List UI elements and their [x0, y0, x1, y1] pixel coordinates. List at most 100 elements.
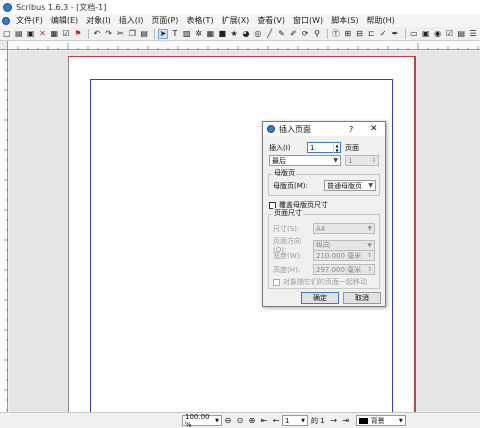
menu-page[interactable]: 页面(P)	[151, 15, 178, 26]
height-value: 297.000 毫米	[316, 265, 362, 274]
menu-object[interactable]: 对象(I)	[86, 15, 111, 26]
spin-arrows-icon: ⇕	[366, 266, 372, 273]
save-icon[interactable]: ▣	[26, 29, 36, 39]
text-frame-icon[interactable]: T	[170, 29, 180, 39]
pages-label: 页面	[345, 143, 359, 152]
select-icon[interactable]: ➤	[158, 28, 168, 39]
position-combo[interactable]: 最后 ▼	[269, 155, 341, 166]
pdf-checkbox-icon[interactable]: ☑	[445, 29, 455, 39]
previous-page-icon[interactable]: ←	[271, 416, 281, 426]
pdf-listbox-icon[interactable]: ☰	[468, 29, 478, 39]
insert-row: 插入(I) 1 ▲ ▼ 页面	[269, 142, 359, 153]
edit-mode-icon[interactable]: ▣	[421, 29, 431, 39]
window-title: Scribus 1.6.3 - [文档-1]	[16, 2, 107, 12]
zoom-out-icon[interactable]: ⊖	[223, 416, 233, 426]
zoom-100-icon[interactable]: ⊙	[235, 416, 245, 426]
spin-arrows-icon: ⇕	[366, 252, 372, 259]
width-value: 210.000 毫米	[316, 251, 362, 260]
chevron-down-icon: ▼	[215, 417, 219, 424]
menu-file[interactable]: 文件(F)	[16, 15, 43, 26]
menu-script[interactable]: 脚本(S)	[331, 15, 358, 26]
toolbar-separator	[154, 28, 156, 39]
open-icon[interactable]: ▤	[14, 29, 24, 39]
freehand-icon[interactable]: ✐	[288, 29, 298, 39]
ruler-corner[interactable]	[0, 41, 8, 50]
spin-arrows-icon: ⇕	[370, 157, 376, 164]
master-page-value: 普通母版页	[327, 181, 362, 190]
shape-icon[interactable]: ■	[217, 29, 227, 39]
spin-arrows-icon[interactable]: ▲ ▼	[333, 142, 340, 153]
cut-icon[interactable]: ✂	[116, 29, 126, 39]
layer-combo[interactable]: 背景 ▼	[355, 415, 406, 426]
arc-icon[interactable]: ◕	[241, 29, 251, 39]
orientation-value: 纵向	[316, 241, 330, 249]
line-icon[interactable]: ╱	[265, 29, 275, 39]
zoom-combo[interactable]: 100.00 % ▼	[182, 413, 222, 428]
document-canvas[interactable]	[9, 51, 480, 412]
pdf-icon[interactable]: ⚑	[73, 29, 83, 39]
image-frame-icon[interactable]: ▧	[182, 29, 192, 39]
help-button[interactable]: ?	[349, 125, 353, 134]
preflight-icon[interactable]: ☑	[61, 29, 71, 39]
menu-view[interactable]: 查看(V)	[257, 15, 285, 26]
chevron-down-icon: ▼	[333, 157, 338, 164]
eyedropper-icon[interactable]: ✒	[390, 29, 400, 39]
menu-extras[interactable]: 扩展(X)	[222, 15, 250, 26]
master-page-label: 母版页(M):	[273, 181, 308, 190]
new-document-icon[interactable]: ▢	[2, 29, 12, 39]
menu-edit[interactable]: 编辑(E)	[51, 15, 78, 26]
copy-icon[interactable]: ❐	[127, 29, 137, 39]
redo-icon[interactable]: ↷	[104, 29, 114, 39]
scribus-dialog-icon	[267, 125, 275, 133]
unlink-frames-icon[interactable]: ⊟	[355, 29, 365, 39]
last-page-icon[interactable]: ⇥	[341, 416, 351, 426]
preview-icon[interactable]: ▭	[409, 29, 419, 39]
move-objects-label: 对象随它们的页面一起移动	[283, 278, 367, 286]
horizontal-ruler[interactable]	[8, 41, 480, 50]
vertical-ruler[interactable]	[0, 50, 8, 412]
menu-insert[interactable]: 插入(I)	[119, 15, 144, 26]
link-frames-icon[interactable]: ⊞	[343, 29, 353, 39]
spiral-icon[interactable]: ◎	[253, 29, 263, 39]
pdf-pushbutton-icon[interactable]: ◉	[433, 29, 443, 39]
print-icon[interactable]: ▦	[49, 29, 59, 39]
copy-properties-icon[interactable]: ✓	[378, 29, 388, 39]
zoom-icon[interactable]: ⚲	[312, 29, 322, 39]
rotate-icon[interactable]: ⟳	[300, 29, 310, 39]
chevron-down-icon: ▼	[367, 225, 372, 232]
paste-icon[interactable]: ▤	[139, 29, 149, 39]
cancel-button[interactable]: 取消	[343, 292, 381, 304]
undo-icon[interactable]: ↶	[92, 29, 102, 39]
measure-icon[interactable]: ⊏	[366, 29, 376, 39]
edit-text-icon[interactable]: Ⓣ	[331, 29, 341, 39]
first-page-icon[interactable]: ⇤	[259, 416, 269, 426]
dialog-title: 插入页面	[279, 124, 311, 134]
position-page-spinbox: 1 ⇕	[345, 155, 379, 166]
insert-page-dialog: 插入页面 ? ✕ 插入(I) 1 ▲ ▼ 页面 最后 ▼ 1 ⇕ 母版页 母版页(…	[262, 121, 386, 307]
width-label: 宽度(W):	[273, 251, 302, 260]
bezier-icon[interactable]: ✎	[277, 29, 287, 39]
size-row: 尺寸(S): A4 ▼	[273, 223, 375, 234]
menu-table[interactable]: 表格(T)	[186, 15, 213, 26]
ok-button[interactable]: 确定	[301, 292, 339, 304]
polygon-icon[interactable]: ★	[229, 29, 239, 39]
render-frame-icon[interactable]: ✲	[194, 29, 204, 39]
move-objects-row: 对象随它们的页面一起移动	[273, 277, 367, 287]
master-page-group-title: 母版页	[273, 168, 296, 178]
zoom-in-icon[interactable]: ⊕	[247, 416, 257, 426]
height-row: 高度(H): 297.000 毫米 ⇕	[273, 264, 375, 275]
position-row: 最后 ▼ 1 ⇕	[269, 155, 379, 166]
master-page-combo[interactable]: 普通母版页 ▼	[324, 180, 376, 191]
next-page-icon[interactable]: →	[329, 416, 339, 426]
menu-windows[interactable]: 窗口(W)	[293, 15, 323, 26]
pdf-combobox-icon[interactable]: ▤	[456, 29, 466, 39]
scribus-menu-icon[interactable]	[2, 16, 10, 25]
table-icon[interactable]: ▦	[206, 29, 216, 39]
close-icon[interactable]: ✕	[370, 124, 378, 134]
title-bar: Scribus 1.6.3 - [文档-1]	[0, 0, 480, 14]
layer-field: 背景	[358, 416, 385, 426]
insert-count-spinbox[interactable]: 1 ▲ ▼	[307, 142, 341, 153]
menu-help[interactable]: 帮助(H)	[367, 15, 395, 26]
close-icon[interactable]: ✕	[38, 29, 48, 39]
page-number-combo[interactable]: 1 ▼	[282, 415, 308, 426]
